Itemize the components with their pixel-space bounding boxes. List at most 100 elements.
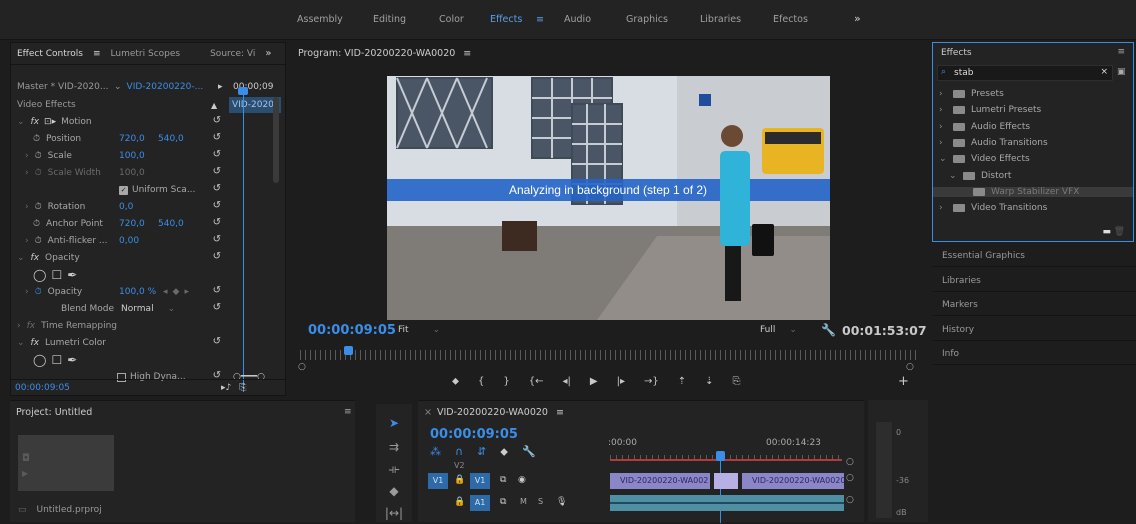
stopwatch-icon[interactable]: ⏱ (35, 287, 42, 297)
panel-overflow-icon[interactable]: » (265, 48, 271, 59)
go-to-out-icon[interactable]: →} (644, 376, 659, 387)
effects-tree-item[interactable]: › Lumetri Presets (939, 105, 1041, 115)
scroll-handle[interactable]: ○ (846, 457, 854, 467)
fit-select[interactable]: Fit ⌄ (398, 325, 440, 335)
lock-icon[interactable]: 🔒 (454, 475, 465, 485)
scroll-end-handle[interactable]: ○ (906, 362, 914, 372)
play-icon[interactable]: ▶ (590, 376, 598, 387)
extract-icon[interactable]: ⇣ (705, 376, 713, 387)
time-remapping-row[interactable]: › fx Time Remapping (17, 318, 117, 334)
export-frame-icon[interactable]: ⎘ (733, 376, 741, 387)
pen-mask-icon[interactable]: ✒ (67, 353, 77, 367)
uniform-scale-checkbox[interactable]: ✓ (119, 185, 128, 195)
reset-icon[interactable]: ↺ (213, 336, 221, 347)
sync-lock-icon[interactable]: ⧉ (500, 497, 506, 507)
workspace-tab-graphics[interactable]: Graphics (626, 14, 668, 25)
fx-icon[interactable]: fx (31, 338, 40, 348)
stopwatch-icon[interactable]: ⏱ (35, 151, 42, 161)
timeline-tab[interactable]: × VID-20200220-WA0020 ≡ (424, 407, 564, 418)
workspace-tab-audio[interactable]: Audio (564, 14, 591, 25)
new-bin-icon[interactable]: ▣ (1117, 67, 1126, 77)
workspace-menu-icon[interactable]: ≡ (536, 14, 544, 25)
collapse-icon[interactable]: ▲ (211, 97, 217, 113)
opacity-value[interactable]: 100,0 % (119, 284, 156, 300)
nest-icon[interactable]: ⁂ (430, 445, 441, 459)
scrollbar[interactable] (273, 97, 279, 183)
clip-selector[interactable]: ⌄ VID-20200220-... (114, 79, 203, 95)
razor-tool-icon[interactable]: ◆ (383, 480, 405, 502)
effects-tree-item[interactable]: › Audio Transitions (939, 138, 1048, 148)
play-icon[interactable]: ▸ (218, 79, 223, 95)
chevron-down-icon[interactable]: ⌄ (949, 171, 957, 181)
fx-icon[interactable]: fx (31, 253, 40, 263)
anchor-y[interactable]: 540,0 (158, 216, 184, 232)
track-select-icon[interactable]: ⇉ (383, 436, 405, 458)
program-time-ruler[interactable] (300, 350, 920, 360)
expand-icon[interactable]: › (25, 151, 29, 161)
rotation-value[interactable]: 0,0 (119, 199, 133, 215)
panel-menu-icon[interactable]: ≡ (463, 48, 471, 59)
source-patch-v1[interactable]: V1 (428, 473, 448, 489)
lift-icon[interactable]: ⇡ (678, 376, 686, 387)
panel-tab-libraries[interactable]: Libraries (932, 268, 1136, 292)
ellipse-mask-icon[interactable]: ◯ (33, 353, 46, 367)
reset-icon[interactable]: ↺ (213, 166, 221, 177)
position-x[interactable]: 720,0 (119, 131, 145, 147)
effects-tree-item[interactable]: › Video Transitions (939, 203, 1047, 213)
project-thumbnail[interactable]: ◘ ▶ (18, 435, 114, 491)
step-forward-icon[interactable]: |▸ (617, 376, 625, 387)
ellipse-mask-icon[interactable]: ◯ (33, 268, 46, 282)
resolution-select[interactable]: Full ⌄ (760, 325, 797, 335)
panel-tab-history[interactable]: History (932, 317, 1136, 341)
more-workspaces-icon[interactable]: » (854, 12, 861, 25)
track-v1-scroll-handle[interactable]: ○ (846, 473, 854, 483)
stopwatch-icon[interactable]: ⏱ (35, 236, 42, 246)
reset-icon[interactable]: ↺ (213, 251, 221, 262)
timeline-ruler[interactable] (610, 455, 842, 461)
motion-row[interactable]: ⌄ fx ⊡▸ Motion (17, 114, 92, 130)
expand-icon[interactable]: › (17, 321, 21, 331)
panel-menu-icon[interactable]: ≡ (344, 407, 352, 417)
chevron-right-icon[interactable]: › (939, 105, 947, 115)
chevron-right-icon[interactable]: › (939, 89, 947, 99)
playhead-handle[interactable] (238, 87, 248, 95)
go-to-in-icon[interactable]: {← (529, 376, 544, 387)
slip-tool-icon[interactable]: |↔| (383, 502, 405, 524)
panel-menu-icon[interactable]: ≡ (93, 49, 101, 59)
program-playhead[interactable] (344, 346, 353, 355)
add-button-icon[interactable]: + (898, 374, 909, 389)
expand-icon[interactable]: › (25, 236, 29, 246)
position-y[interactable]: 540,0 (158, 131, 184, 147)
video-clip-transition[interactable] (714, 473, 738, 489)
add-marker-icon[interactable]: ⬥ (500, 445, 508, 459)
settings-wrench-icon[interactable]: 🔧 (522, 445, 536, 459)
panel-tab-info[interactable]: Info (932, 341, 1136, 365)
antiflicker-value[interactable]: 0,00 (119, 233, 139, 249)
reset-icon[interactable]: ↺ (213, 285, 221, 296)
track-a1-scroll-handle[interactable]: ○ (846, 495, 854, 505)
expand-icon[interactable]: › (25, 287, 29, 297)
workspace-tab-editing[interactable]: Editing (373, 14, 406, 25)
reset-icon[interactable]: ↺ (213, 115, 221, 126)
uniform-scale-row[interactable]: ✓ Uniform Sca... (119, 182, 195, 198)
prev-keyframe-icon[interactable]: ◂ (163, 287, 168, 297)
expand-icon[interactable]: ⌄ (17, 253, 25, 263)
timeline-timecode[interactable]: 00:00:09:05 (430, 427, 518, 442)
effects-tree-item[interactable]: ⌄ Distort (949, 171, 1011, 181)
solo-button[interactable]: S (538, 497, 543, 506)
ripple-edit-icon[interactable]: ⟛ (383, 458, 405, 480)
chevron-right-icon[interactable]: › (939, 203, 947, 213)
panel-tab-essential-graphics[interactable]: Essential Graphics (932, 243, 1136, 267)
workspace-tab-libraries[interactable]: Libraries (700, 14, 741, 25)
anchor-x[interactable]: 720,0 (119, 216, 145, 232)
reset-icon[interactable]: ↺ (213, 183, 221, 194)
export-frame-icon[interactable]: ⎘ (239, 383, 246, 393)
rectangle-mask-icon[interactable]: ☐ (51, 268, 62, 282)
track-target-v1[interactable]: V1 (470, 473, 490, 489)
clear-search-icon[interactable]: × (1100, 67, 1108, 77)
scroll-start-handle[interactable]: ○ (298, 362, 306, 372)
new-folder-icon[interactable]: ▬ (1102, 227, 1111, 237)
track-target-a1[interactable]: A1 (470, 495, 490, 511)
rectangle-mask-icon[interactable]: ☐ (51, 353, 62, 367)
stopwatch-icon[interactable]: ⏱ (33, 219, 40, 229)
